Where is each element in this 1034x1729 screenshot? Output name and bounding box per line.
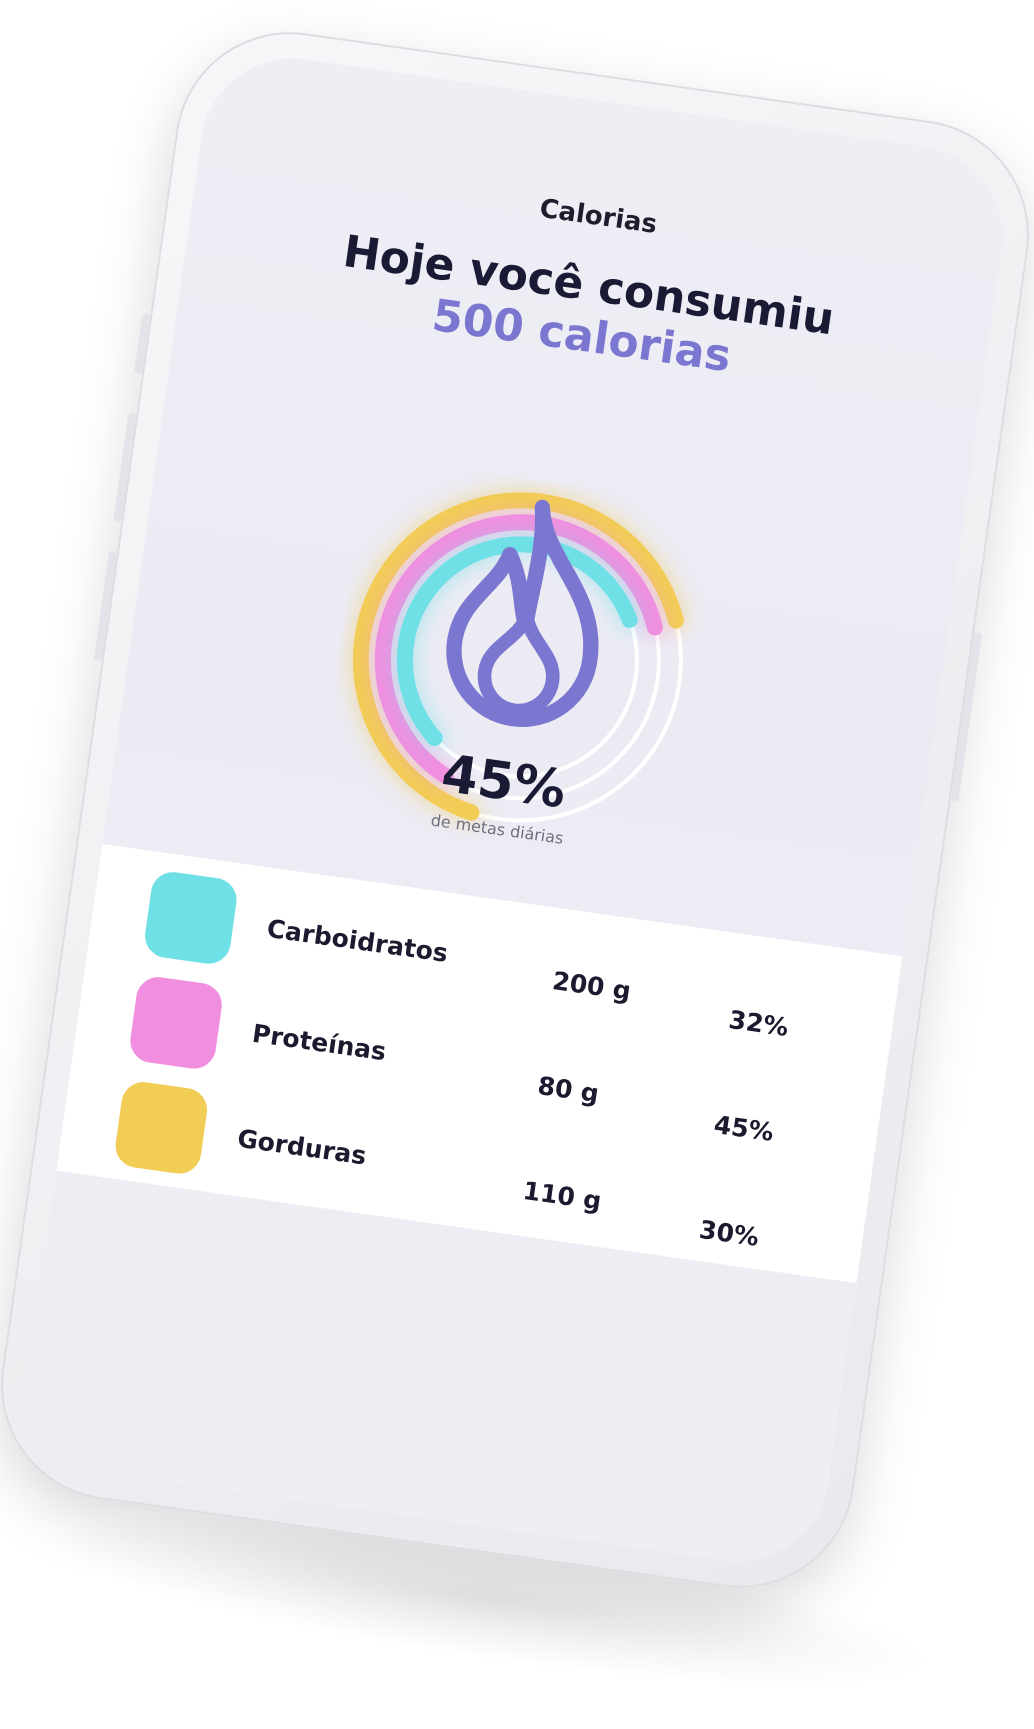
goal-percent: 45% [437, 743, 570, 821]
macro-label: Gorduras [235, 1123, 369, 1171]
macros-list: Carboidratos 200 g 32% Proteínas 80 g 45… [56, 843, 903, 1284]
flame-icon [446, 499, 599, 727]
macro-percent: 45% [712, 1109, 776, 1147]
macro-grams: 200 g [550, 966, 633, 1006]
macro-label: Carboidratos [265, 913, 450, 968]
macro-grams: 110 g [521, 1175, 604, 1216]
progress-rings: 45% de metas diárias [318, 457, 725, 864]
phone-frame: Calorias Hoje você consumiu 500 calorias [0, 17, 1034, 1603]
macro-label: Proteínas [250, 1018, 388, 1067]
ring-center: 45% de metas diárias [318, 457, 725, 864]
side-button [93, 550, 118, 662]
fat-swatch [112, 1079, 210, 1177]
app-screen: Calorias Hoje você consumiu 500 calorias [15, 46, 1015, 1574]
macro-percent: 30% [697, 1214, 761, 1252]
protein-swatch [127, 974, 225, 1072]
macro-grams: 80 g [535, 1071, 601, 1109]
carbs-swatch [142, 869, 240, 967]
side-button [113, 412, 137, 523]
macro-percent: 32% [726, 1004, 791, 1043]
calories-headline: Hoje você consumiu 500 calorias [178, 205, 992, 418]
side-button [134, 313, 151, 374]
side-button [950, 632, 983, 802]
